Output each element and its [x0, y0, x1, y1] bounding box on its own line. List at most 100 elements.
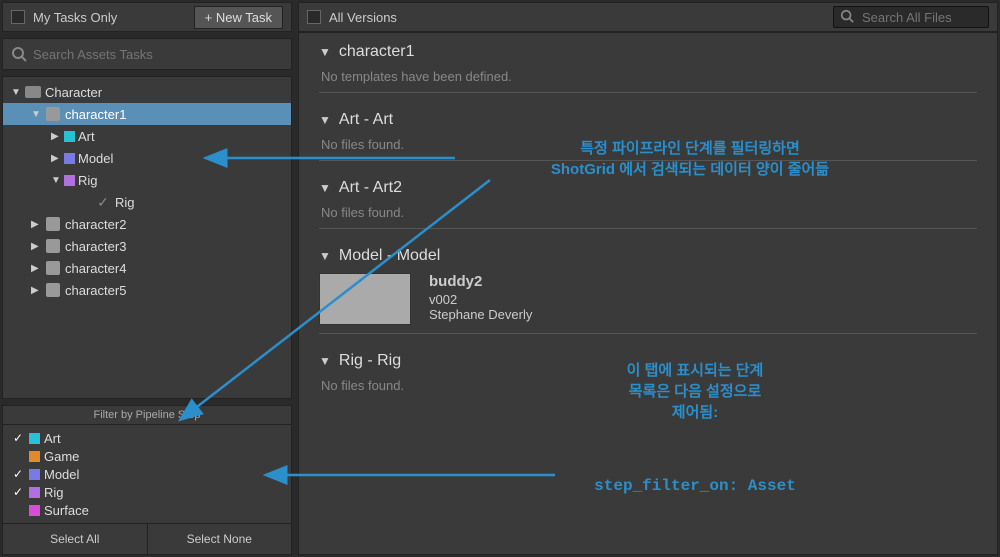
file-title: buddy2: [429, 273, 532, 290]
section-body: No files found.: [319, 137, 977, 152]
filter-item-game[interactable]: Game: [11, 447, 283, 465]
step-color-swatch: [29, 505, 40, 516]
tree-item-rig-task[interactable]: Rig: [3, 191, 291, 213]
filter-label: Game: [44, 449, 79, 464]
my-tasks-checkbox[interactable]: [11, 10, 25, 24]
filter-item-model[interactable]: ✓ Model: [11, 465, 283, 483]
tree-item-character2[interactable]: ▶ character2: [3, 213, 291, 235]
section: ▼ Art - Art2 No files found.: [319, 179, 977, 229]
file-version: v002: [429, 292, 532, 307]
section: ▼ Art - Art No files found.: [319, 111, 977, 161]
chevron-icon: ▼: [51, 175, 61, 186]
section-title: Art - Art2: [339, 179, 402, 197]
all-versions-label: All Versions: [329, 10, 397, 25]
new-task-button[interactable]: + New Task: [194, 6, 283, 29]
filter-item-art[interactable]: ✓ Art: [11, 429, 283, 447]
tree-label: character4: [65, 261, 126, 276]
tree-item-character5[interactable]: ▶ character5: [3, 279, 291, 301]
filter-item-rig[interactable]: ✓ Rig: [11, 483, 283, 501]
section-header[interactable]: ▼ Rig - Rig: [319, 352, 977, 370]
tree-label: Rig: [78, 173, 98, 188]
tree-label: Rig: [115, 195, 135, 210]
step-color-swatch: [64, 153, 75, 164]
tree-label: character3: [65, 239, 126, 254]
tree-item-character4[interactable]: ▶ character4: [3, 257, 291, 279]
search-icon: [11, 46, 27, 62]
chevron-down-icon: ▼: [11, 87, 21, 98]
tree-root-character[interactable]: ▼ Character: [3, 81, 291, 103]
chevron-icon: ▶: [51, 131, 61, 142]
chevron-down-icon: ▼: [319, 181, 331, 195]
step-color-swatch: [29, 469, 40, 480]
section-title: Rig - Rig: [339, 352, 401, 370]
section-header[interactable]: ▼ Art - Art: [319, 111, 977, 129]
step-color-swatch: [64, 131, 75, 142]
content-area[interactable]: ▼ character1 No templates have been define…: [298, 32, 998, 555]
file-item[interactable]: buddy2 v002Stephane Deverly: [319, 273, 977, 325]
tree-item-step-rig[interactable]: ▼ Rig: [3, 169, 291, 191]
asset-icon: [45, 239, 61, 253]
tree-label: Art: [78, 129, 95, 144]
filter-header: Filter by Pipeline Step: [3, 406, 291, 425]
section-body: No templates have been defined.: [319, 69, 977, 84]
asset-icon: [45, 283, 61, 297]
asset-tree[interactable]: ▼ Character ▼ character1 ▶Art▶Model▼Rig …: [2, 76, 292, 399]
file-author: Stephane Deverly: [429, 307, 532, 322]
check-icon: ✓: [11, 485, 25, 499]
filter-label: Rig: [44, 485, 64, 500]
section-title: Art - Art: [339, 111, 393, 129]
chevron-down-icon: ▼: [31, 109, 41, 120]
chevron-down-icon: ▼: [319, 354, 331, 368]
step-color-swatch: [29, 451, 40, 462]
my-tasks-label: My Tasks Only: [33, 10, 117, 25]
check-icon: [95, 195, 111, 209]
section-header[interactable]: ▼ Model - Model: [319, 247, 977, 265]
section: ▼ character1 No templates have been define…: [319, 43, 977, 93]
asset-icon: [45, 217, 61, 231]
search-icon: [840, 9, 856, 25]
tree-label: character5: [65, 283, 126, 298]
search-assets-input[interactable]: [33, 47, 283, 62]
section-title: character1: [339, 43, 415, 61]
section-header[interactable]: ▼ Art - Art2: [319, 179, 977, 197]
tree-label: Character: [45, 85, 102, 100]
select-none-button[interactable]: Select None: [148, 524, 292, 554]
chevron-right-icon: ▶: [31, 285, 41, 296]
check-icon: ✓: [11, 467, 25, 481]
asset-icon: [45, 261, 61, 275]
tree-item-character3[interactable]: ▶ character3: [3, 235, 291, 257]
chevron-down-icon: ▼: [319, 113, 331, 127]
search-files-input[interactable]: [862, 10, 982, 25]
filter-label: Surface: [44, 503, 89, 518]
all-versions-checkbox[interactable]: [307, 10, 321, 24]
chevron-down-icon: ▼: [319, 45, 331, 59]
folder-icon: [25, 85, 41, 99]
chevron-icon: ▶: [51, 153, 61, 164]
tree-label: character2: [65, 217, 126, 232]
select-all-button[interactable]: Select All: [3, 524, 148, 554]
section-body: No files found.: [319, 378, 977, 393]
step-color-swatch: [64, 175, 75, 186]
chevron-down-icon: ▼: [319, 249, 331, 263]
chevron-right-icon: ▶: [31, 219, 41, 230]
asset-icon: [45, 107, 61, 121]
filter-item-surface[interactable]: Surface: [11, 501, 283, 519]
section-header[interactable]: ▼ character1: [319, 43, 977, 61]
section-title: Model - Model: [339, 247, 440, 265]
tree-item-character1[interactable]: ▼ character1: [3, 103, 291, 125]
step-color-swatch: [29, 487, 40, 498]
filter-label: Model: [44, 467, 79, 482]
chevron-right-icon: ▶: [31, 241, 41, 252]
check-icon: ✓: [11, 431, 25, 445]
tree-item-step-model[interactable]: ▶ Model: [3, 147, 291, 169]
chevron-right-icon: ▶: [31, 263, 41, 274]
step-color-swatch: [29, 433, 40, 444]
section: ▼ Rig - Rig No files found.: [319, 352, 977, 393]
section-body: No files found.: [319, 205, 977, 220]
section: ▼ Model - Model buddy2 v002Stephane Deverly: [319, 247, 977, 334]
tree-item-step-art[interactable]: ▶ Art: [3, 125, 291, 147]
tree-label: Model: [78, 151, 113, 166]
tree-label: character1: [65, 107, 126, 122]
thumbnail: [319, 273, 411, 325]
filter-label: Art: [44, 431, 61, 446]
